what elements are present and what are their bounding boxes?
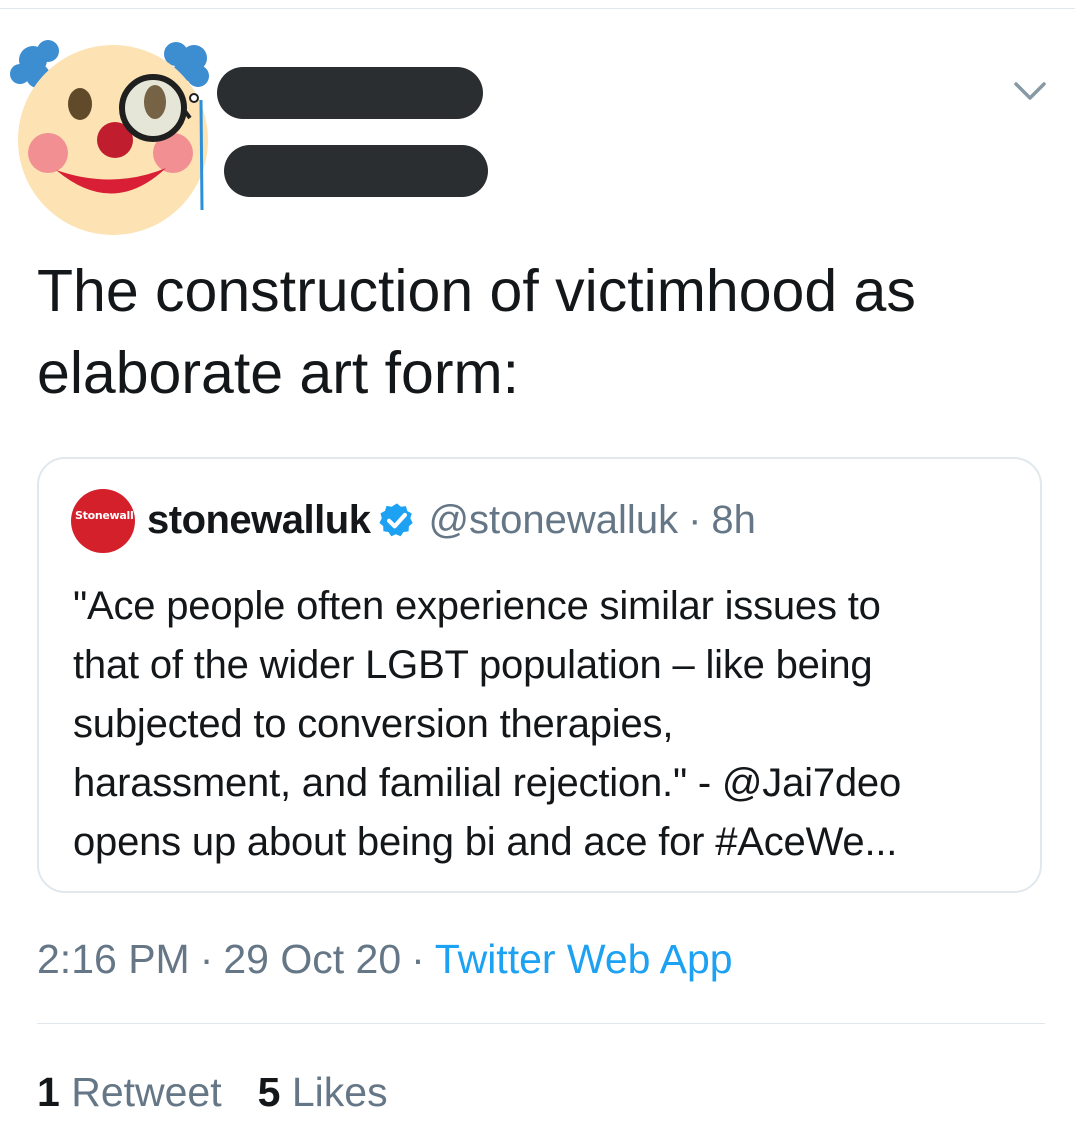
stats-divider [37, 1023, 1045, 1024]
redacted-display-name [217, 67, 483, 119]
tweet-stats: 1 Retweet 5 Likes [37, 1063, 388, 1121]
likes-label: Likes [291, 1069, 388, 1115]
top-divider [0, 8, 1075, 9]
redacted-handle [224, 145, 488, 197]
retweets-link[interactable]: 1 Retweet [37, 1069, 222, 1115]
quoted-handle[interactable]: @stonewalluk [428, 498, 678, 543]
quoted-tweet-card[interactable]: Stonewall stonewalluk @stonewalluk · 8h … [37, 457, 1042, 893]
quoted-tweet-text: "Ace people often experience similar iss… [73, 584, 902, 864]
stonewall-logo: Stonewall [75, 509, 134, 522]
retweets-label: Retweet [71, 1069, 222, 1115]
quoted-avatar[interactable]: Stonewall [71, 489, 135, 553]
tweet-source-link[interactable]: Twitter Web App [435, 936, 733, 982]
tweet-date[interactable]: 29 Oct 20 [223, 936, 401, 982]
quoted-separator: · [688, 497, 702, 542]
eye-left [68, 88, 92, 120]
chevron-down-icon[interactable] [1010, 76, 1050, 106]
quoted-display-name[interactable]: stonewalluk [147, 498, 371, 543]
tweet-text: The construction of victimhood as elabor… [37, 258, 916, 406]
meta-separator: · [411, 936, 425, 982]
retweets-count: 1 [37, 1069, 60, 1115]
tweet-time[interactable]: 2:16 PM [37, 936, 190, 982]
quoted-header: stonewalluk @stonewalluk · 8h [147, 495, 756, 545]
verified-badge-icon [379, 503, 414, 537]
meta-separator: · [199, 936, 214, 982]
likes-count: 5 [257, 1069, 281, 1115]
cheek-left [28, 133, 68, 173]
likes-link[interactable]: 5 Likes [258, 1069, 388, 1115]
avatar[interactable] [8, 38, 218, 238]
quoted-timestamp[interactable]: 8h [711, 498, 756, 543]
tweet-meta: 2:16 PM · 29 Oct 20 · Twitter Web App [37, 930, 733, 988]
